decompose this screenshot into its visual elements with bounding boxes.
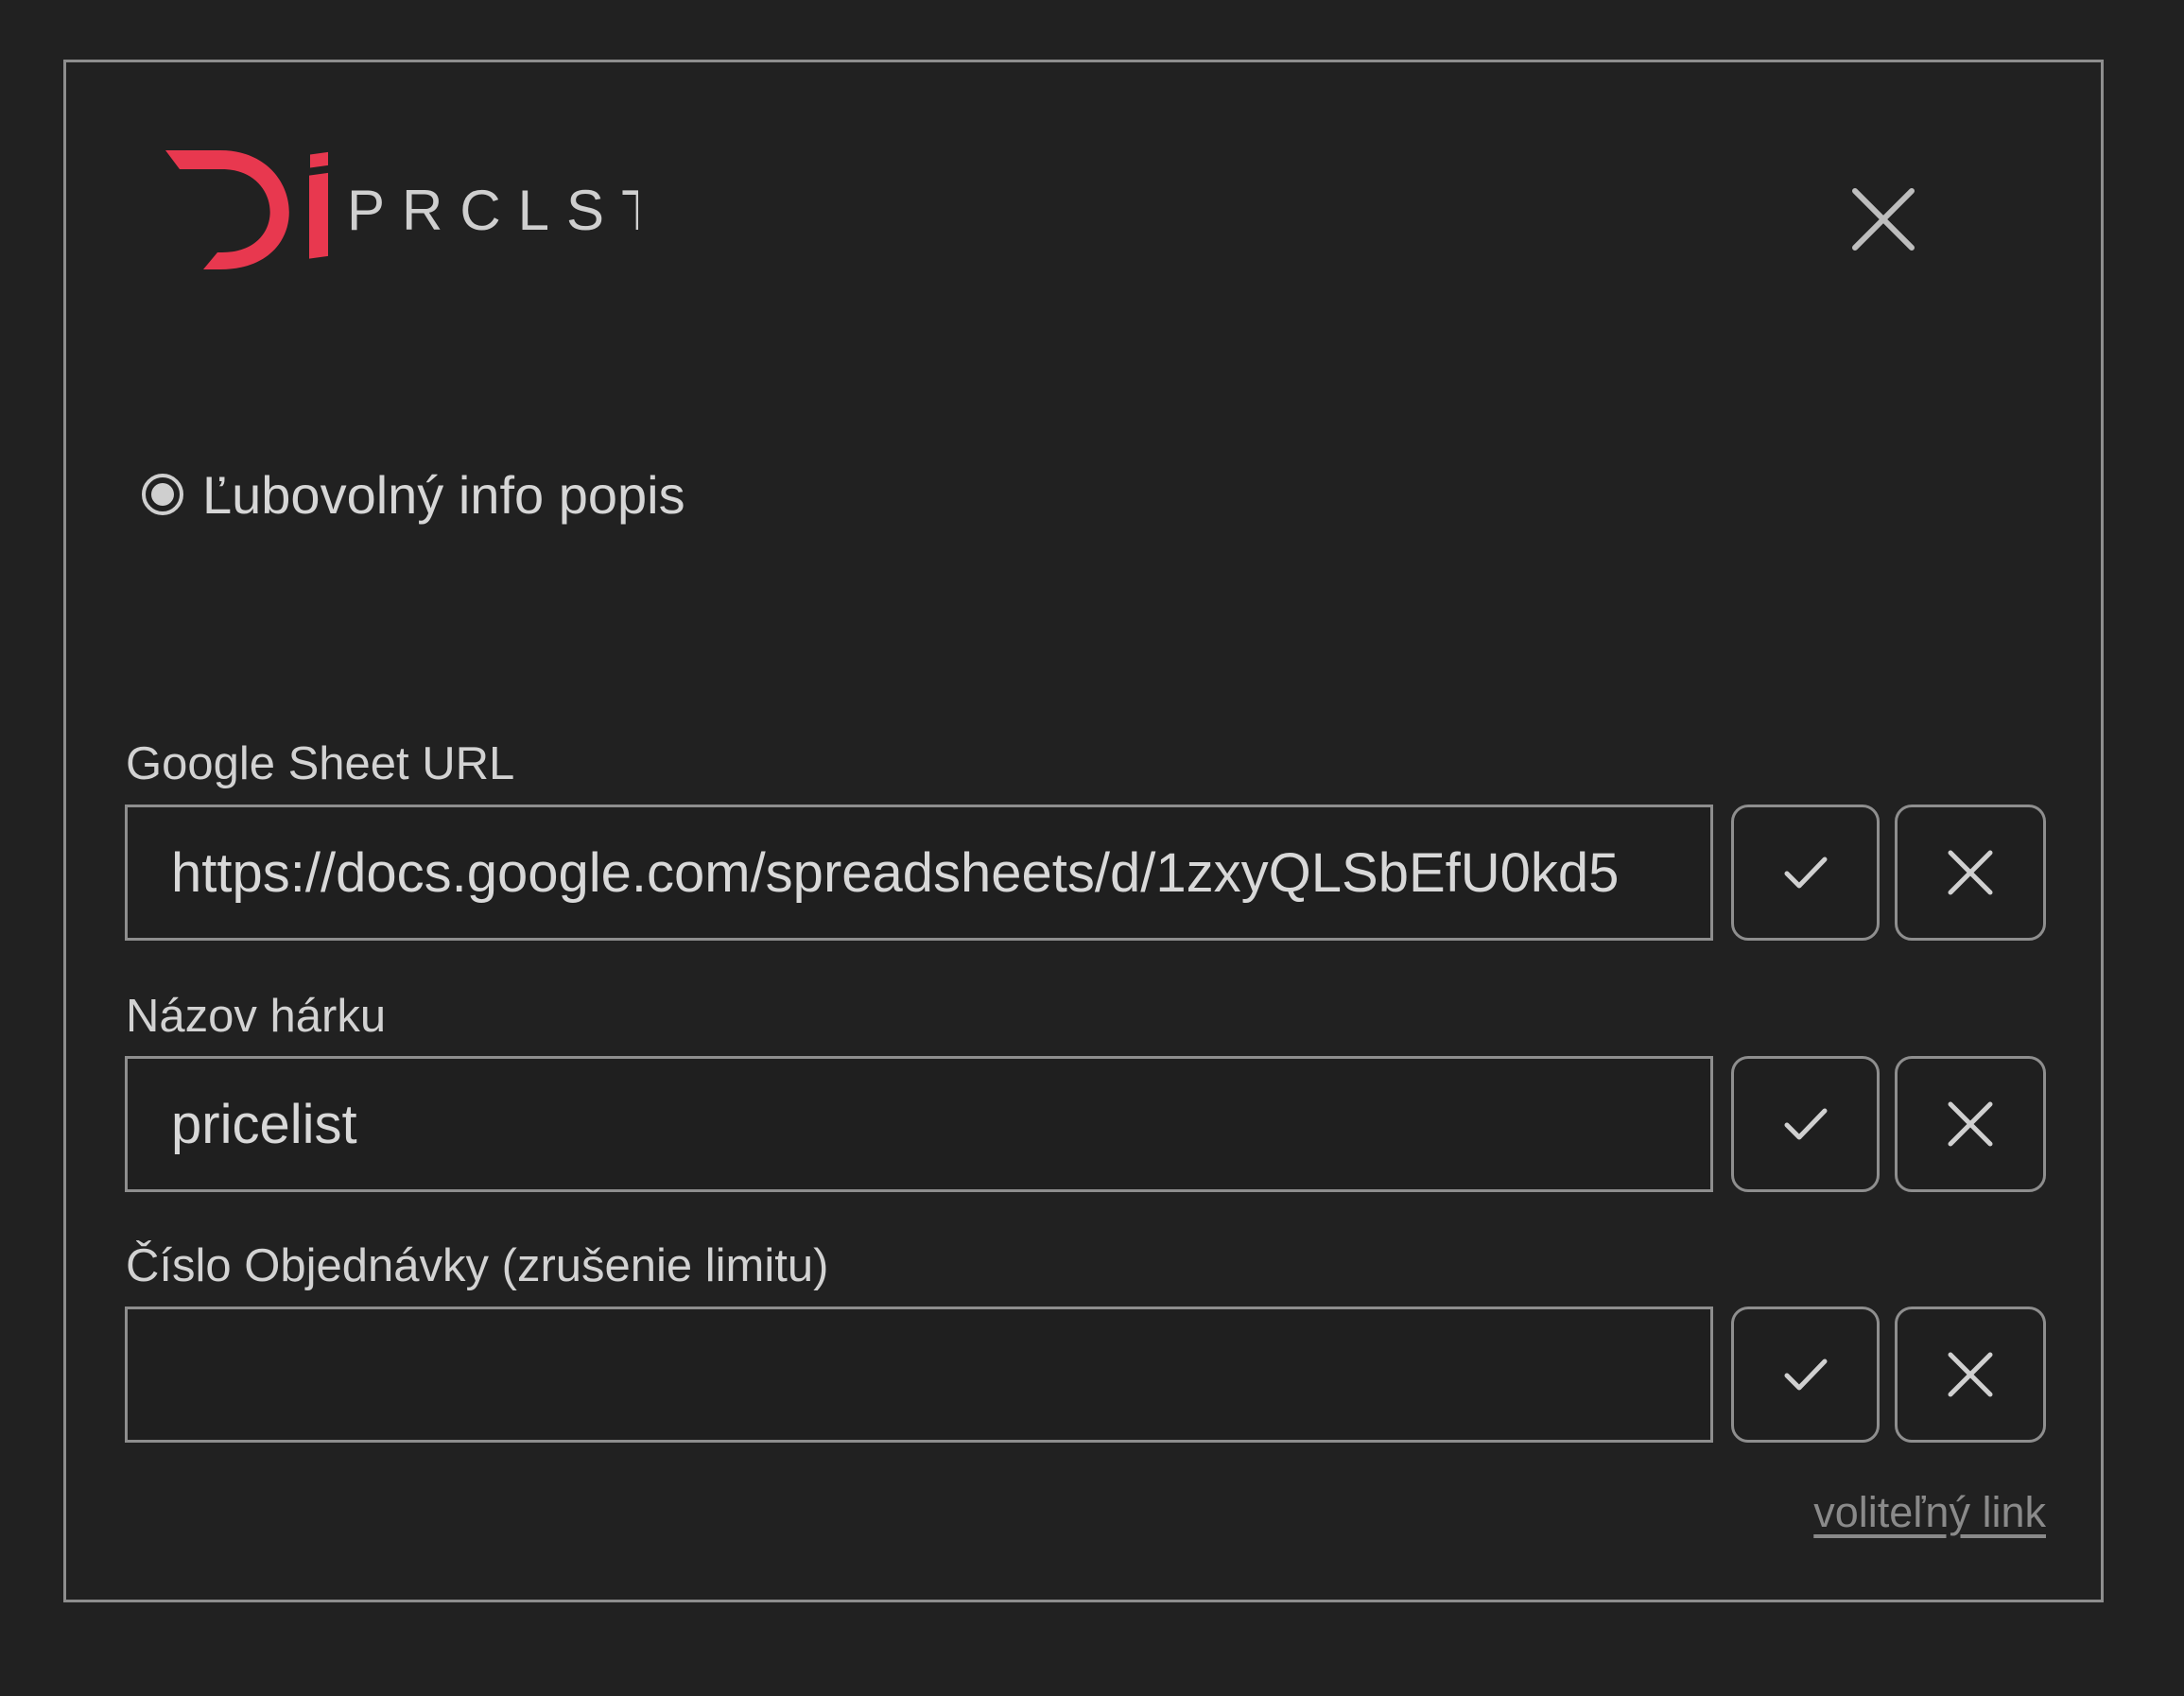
order-number-clear-button[interactable] [1895,1307,2046,1443]
order-number-input[interactable] [125,1307,1713,1443]
info-label: Ľubovolný info popis [202,464,685,525]
check-icon [1784,1108,1827,1140]
order-number-label: Číslo Objednávky (zrušenie limitu) [126,1240,829,1291]
close-icon [1852,188,1915,251]
logo-text: PRCLST [347,179,638,242]
google-sheet-url-label: Google Sheet URL [126,738,515,789]
sheet-name-confirm-button[interactable] [1731,1056,1880,1192]
radio-dot [151,483,174,506]
google-sheet-url-input[interactable] [125,805,1713,941]
close-icon [1948,850,1993,895]
sheet-name-input[interactable] [125,1056,1713,1192]
close-button[interactable] [1849,185,1917,253]
info-option[interactable]: Ľubovolný info popis [142,463,685,526]
order-number-confirm-button[interactable] [1731,1307,1880,1443]
optional-link[interactable]: voliteľný link [1813,1488,2046,1537]
sheet-name-clear-button[interactable] [1895,1056,2046,1192]
close-icon [1948,1101,1993,1147]
radio-selected-icon [142,474,183,515]
check-icon [1784,1359,1827,1391]
google-sheet-url-confirm-button[interactable] [1731,805,1880,941]
check-icon [1784,857,1827,889]
google-sheet-url-clear-button[interactable] [1895,805,2046,941]
logo: PRCLST [165,147,638,288]
sheet-name-label: Názov hárku [126,991,387,1042]
close-icon [1948,1352,1993,1397]
logo-icon: PRCLST [165,150,638,269]
